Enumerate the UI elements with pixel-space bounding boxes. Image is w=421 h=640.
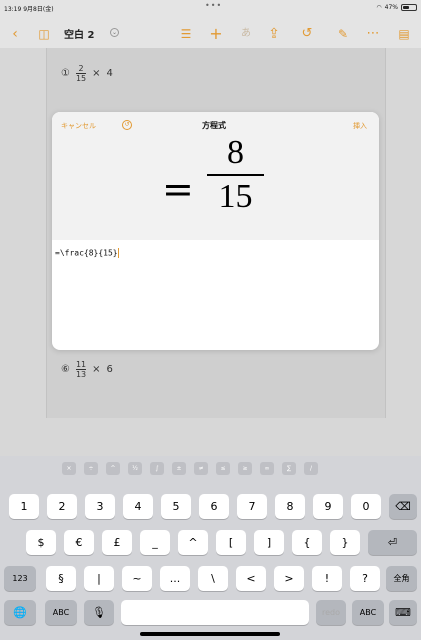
status-time: 13:19 9月8日(金) <box>4 6 54 13</box>
return-icon[interactable]: ⏎ <box>368 530 417 555</box>
symbol-key[interactable]: ^ <box>106 462 120 475</box>
symbol-key[interactable]: ≠ <box>194 462 208 475</box>
fraction-denominator: 15 <box>218 178 253 215</box>
wifi-icon: ◠ <box>376 4 382 11</box>
math-symbol-strip: × ÷ ^ ½ ∫ ± ≠ ≤ ≥ ∞ ∑ / <box>62 462 318 475</box>
key-section[interactable]: § <box>46 566 76 591</box>
symbol-key[interactable]: × <box>62 462 76 475</box>
symbol-key[interactable]: ½ <box>128 462 142 475</box>
back-chevron-icon[interactable]: ‹ <box>5 24 25 44</box>
key-open-bracket[interactable]: [ <box>216 530 246 555</box>
abc-key-right[interactable]: ABC <box>352 600 384 625</box>
key-underscore[interactable]: _ <box>140 530 170 555</box>
share-icon[interactable]: ⇪ <box>264 24 284 44</box>
key-6[interactable]: 6 <box>199 494 229 519</box>
key-0[interactable]: 0 <box>351 494 381 519</box>
key-caret[interactable]: ^ <box>178 530 208 555</box>
key-pound[interactable]: £ <box>102 530 132 555</box>
equation-equals: = <box>162 167 194 211</box>
equation-preview-area: キャンセル ↺ 方程式 挿入 = 8 15 <box>52 112 379 240</box>
key-9[interactable]: 9 <box>313 494 343 519</box>
home-indicator[interactable] <box>140 632 280 636</box>
fraction-numerator: 8 <box>227 134 244 171</box>
microphone-icon[interactable]: 🎙 <box>84 600 114 625</box>
document-settings-icon[interactable]: ▤ <box>394 24 414 44</box>
symbol-key[interactable]: ÷ <box>84 462 98 475</box>
key-2[interactable]: 2 <box>47 494 77 519</box>
key-greater-than[interactable]: > <box>274 566 304 591</box>
key-open-brace[interactable]: { <box>292 530 322 555</box>
key-dollar[interactable]: $ <box>26 530 56 555</box>
add-icon[interactable]: + <box>206 24 226 44</box>
key-less-than[interactable]: < <box>236 566 266 591</box>
globe-icon[interactable]: 🌐 <box>4 600 36 625</box>
key-euro[interactable]: € <box>64 530 94 555</box>
key-close-bracket[interactable]: ] <box>254 530 284 555</box>
key-5[interactable]: 5 <box>161 494 191 519</box>
symbol-key[interactable]: ≥ <box>238 462 252 475</box>
redo-key: redo <box>316 600 346 625</box>
backspace-icon[interactable]: ⌫ <box>389 494 417 519</box>
hide-keyboard-icon[interactable]: ⌨ <box>389 600 417 625</box>
cancel-button[interactable]: キャンセル <box>61 121 96 131</box>
more-icon[interactable]: ⋯ <box>363 24 383 44</box>
abc-key[interactable]: ABC <box>45 600 77 625</box>
list-icon[interactable]: ☰ <box>176 24 196 44</box>
key-pipe[interactable]: | <box>84 566 114 591</box>
text-style-icon: あ <box>241 28 251 39</box>
symbol-key[interactable]: ± <box>172 462 186 475</box>
key-1[interactable]: 1 <box>9 494 39 519</box>
dialog-title: 方程式 <box>202 121 226 130</box>
battery-percent: 47% <box>384 4 398 11</box>
key-tilde[interactable]: ~ <box>122 566 152 591</box>
text-cursor <box>117 248 119 258</box>
sidebar-toggle-icon[interactable]: ◫ <box>34 24 54 44</box>
latex-input[interactable]: =\frac{8}{15} <box>55 248 119 258</box>
problem-1: ① 2 15 × 4 <box>61 64 113 83</box>
space-bar[interactable] <box>121 600 309 625</box>
key-ellipsis[interactable]: ... <box>160 566 190 591</box>
symbol-key[interactable]: ∑ <box>282 462 296 475</box>
key-8[interactable]: 8 <box>275 494 305 519</box>
symbol-key[interactable]: ∫ <box>150 462 164 475</box>
numbers-toggle-key[interactable]: 123 <box>4 566 36 591</box>
status-indicators: ◠ 47% <box>376 4 417 11</box>
insert-button[interactable]: 挿入 <box>353 121 367 131</box>
markup-pen-icon[interactable]: ✎ <box>333 24 353 44</box>
multitasking-dots[interactable]: ••• <box>205 1 222 10</box>
undo-icon[interactable]: ↺ <box>122 120 132 130</box>
undo-icon[interactable]: ↺ <box>297 24 317 44</box>
symbol-key[interactable]: ≤ <box>216 462 230 475</box>
battery-icon <box>401 4 417 11</box>
fraction: 11 13 <box>75 360 87 379</box>
key-7[interactable]: 7 <box>237 494 267 519</box>
key-close-brace[interactable]: } <box>330 530 360 555</box>
key-4[interactable]: 4 <box>123 494 153 519</box>
symbol-key[interactable]: / <box>304 462 318 475</box>
key-backslash[interactable]: \ <box>198 566 228 591</box>
equation-editor-dialog: キャンセル ↺ 方程式 挿入 = 8 15 =\frac{8}{15} <box>52 112 379 350</box>
problem-6: ⑥ 11 13 × 6 <box>61 360 113 379</box>
full-width-key[interactable]: 全角 <box>386 566 417 591</box>
document-title[interactable]: 空白 2 <box>64 26 94 41</box>
key-exclamation[interactable]: ! <box>312 566 342 591</box>
chevron-down-icon[interactable]: ⌄ <box>110 28 119 37</box>
key-3[interactable]: 3 <box>85 494 115 519</box>
fraction: 2 15 <box>75 64 87 83</box>
equation-fraction: 8 15 <box>207 134 264 216</box>
key-question[interactable]: ? <box>350 566 380 591</box>
symbol-key[interactable]: ∞ <box>260 462 274 475</box>
status-bar: 13:19 9月8日(金) ••• ◠ 47% <box>0 0 421 20</box>
